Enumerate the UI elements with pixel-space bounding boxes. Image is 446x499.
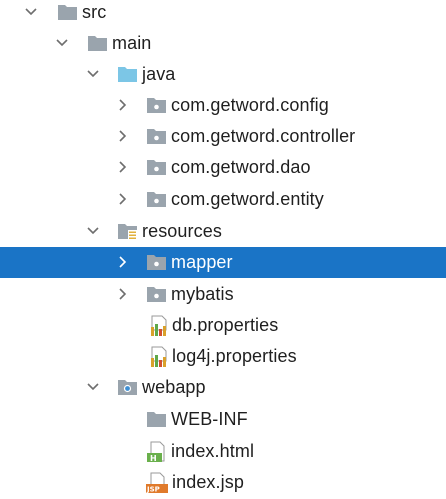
chevron-right-icon[interactable] <box>116 279 130 310</box>
tree-row-src[interactable]: src <box>0 0 446 28</box>
html-file-icon: H <box>146 436 168 467</box>
svg-text:JSP: JSP <box>146 486 160 494</box>
jsp-file-icon: JSP <box>146 467 168 498</box>
tree-row-index-html[interactable]: H index.html <box>0 436 446 467</box>
tree-row-com-getword-entity[interactable]: com.getword.entity <box>0 184 446 215</box>
folder-icon <box>146 404 168 435</box>
tree-item-label: db.properties <box>172 315 279 335</box>
tree-row-webapp[interactable]: webapp <box>0 372 446 403</box>
chevron-right-icon[interactable] <box>116 90 130 121</box>
chevron-down-icon[interactable] <box>55 28 69 59</box>
package-icon <box>146 247 168 278</box>
package-icon <box>146 184 168 215</box>
tree-item-label: resources <box>142 221 222 241</box>
package-icon <box>146 152 168 183</box>
resources-folder-icon <box>117 216 139 247</box>
tree-item-label: java <box>142 64 176 84</box>
package-icon <box>146 90 168 121</box>
tree-row-web-inf[interactable]: WEB-INF <box>0 404 446 435</box>
chevron-down-icon[interactable] <box>24 0 38 28</box>
tree-row-mybatis[interactable]: mybatis <box>0 279 446 310</box>
tree-item-label: index.html <box>171 441 255 461</box>
web-folder-icon <box>117 372 139 403</box>
source-folder-icon <box>117 59 139 90</box>
tree-item-label: com.getword.controller <box>171 126 356 146</box>
tree-item-label: log4j.properties <box>172 346 297 366</box>
chevron-down-icon[interactable] <box>86 216 100 247</box>
tree-row-resources[interactable]: resources <box>0 216 446 247</box>
tree-item-label: com.getword.entity <box>171 189 324 209</box>
chevron-down-icon[interactable] <box>86 372 100 403</box>
tree-row-com-getword-config[interactable]: com.getword.config <box>0 90 446 121</box>
package-icon <box>146 121 168 152</box>
folder-icon <box>87 28 109 59</box>
tree-item-label: webapp <box>142 377 206 397</box>
tree-row-main[interactable]: main <box>0 28 446 59</box>
tree-row-db-properties[interactable]: db.properties <box>0 310 446 341</box>
tree-item-label: main <box>112 33 152 53</box>
tree-item-label: WEB-INF <box>171 409 248 429</box>
tree-item-label: mapper <box>171 252 233 272</box>
chevron-right-icon[interactable] <box>116 184 130 215</box>
chevron-right-icon[interactable] <box>116 121 130 152</box>
properties-file-icon <box>148 310 170 341</box>
chevron-right-icon[interactable] <box>116 152 130 183</box>
tree-item-label: mybatis <box>171 284 234 304</box>
tree-item-label: com.getword.config <box>171 95 329 115</box>
tree-item-label: src <box>82 2 107 22</box>
tree-item-label: com.getword.dao <box>171 157 311 177</box>
chevron-down-icon[interactable] <box>86 59 100 90</box>
folder-icon <box>57 0 79 28</box>
tree-row-com-getword-controller[interactable]: com.getword.controller <box>0 121 446 152</box>
tree-row-com-getword-dao[interactable]: com.getword.dao <box>0 152 446 183</box>
tree-item-label: index.jsp <box>172 472 244 492</box>
tree-row-log4j-properties[interactable]: log4j.properties <box>0 341 446 372</box>
svg-text:H: H <box>150 454 157 463</box>
tree-row-mapper[interactable]: mapper <box>0 247 446 278</box>
chevron-right-icon[interactable] <box>116 247 130 278</box>
package-icon <box>146 279 168 310</box>
tree-row-index-jsp[interactable]: JSP index.jsp <box>0 467 446 498</box>
properties-file-icon <box>148 341 170 372</box>
tree-row-java[interactable]: java <box>0 59 446 90</box>
